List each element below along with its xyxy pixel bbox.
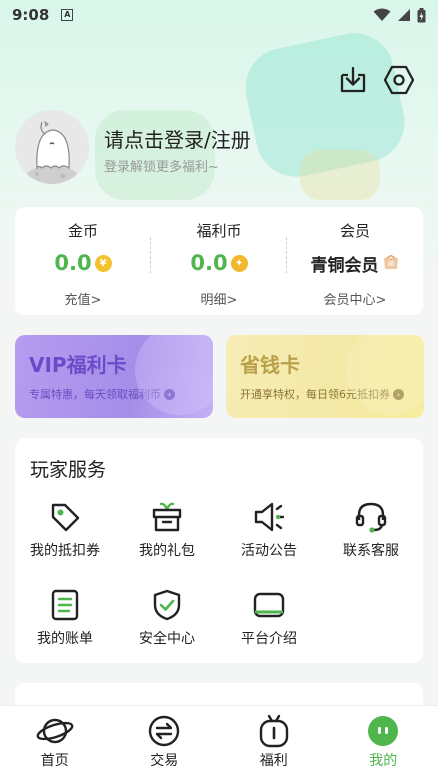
player-services-panel: 玩家服务 我的抵扣券 我的礼包 活动公告 联系客服 我的账单 安全中心 平台介绍	[15, 438, 423, 663]
service-label: 联系客服	[343, 543, 399, 559]
tag-icon	[51, 503, 80, 532]
tab-label: 我的	[369, 753, 398, 769]
tab-welfare[interactable]: 福利	[219, 706, 329, 778]
tab-mine[interactable]: 我的	[329, 706, 438, 778]
bronze-badge-icon	[383, 255, 398, 269]
bottom-tab-bar: 首页 交易 福利 我的	[0, 705, 438, 778]
wifi-icon	[373, 8, 391, 21]
platform-icon	[253, 592, 285, 618]
service-label: 平台介绍	[241, 631, 297, 647]
details-link[interactable]: 明细>	[151, 289, 287, 308]
services-title: 玩家服务	[30, 459, 107, 481]
welfare-coin-value-row: 0.0 ✦	[151, 249, 287, 277]
login-title[interactable]: 请点击登录/注册	[104, 124, 251, 153]
gold-coin-label: 金币	[67, 222, 98, 240]
headset-icon	[355, 502, 387, 533]
welfare-coin-value: 0.0	[190, 251, 228, 275]
signal-icon	[398, 9, 410, 21]
vip-welfare-card[interactable]: VIP福利卡 专属特惠，每天领取福利币 ›	[15, 335, 213, 418]
gold-coin-icon: ¥	[94, 254, 112, 272]
status-bar: 9:08 A	[0, 0, 438, 30]
speaker-icon	[254, 502, 285, 532]
money-saving-card[interactable]: 省钱卡 开通享特权，每日领6元抵扣券 ›	[226, 335, 424, 418]
service-security-center[interactable]: 安全中心	[117, 588, 217, 648]
service-customer-support[interactable]: 联系客服	[321, 500, 421, 560]
service-announcements[interactable]: 活动公告	[219, 500, 319, 560]
welfare-coin-icon: ✦	[230, 254, 248, 272]
service-vouchers[interactable]: 我的抵扣券	[15, 500, 115, 560]
hero-decoration	[300, 150, 380, 200]
gold-coin-column[interactable]: 金币 0.0 ¥ 充值>	[15, 207, 151, 315]
tab-label: 福利	[259, 753, 288, 769]
welfare-icon	[259, 714, 288, 748]
card-decoration	[346, 335, 424, 415]
service-bills[interactable]: 我的账单	[15, 588, 115, 648]
avatar[interactable]	[15, 110, 89, 184]
planet-icon	[36, 718, 74, 744]
service-gifts[interactable]: 我的礼包	[117, 500, 217, 560]
shield-icon	[153, 589, 181, 621]
welfare-coin-label: 福利币	[196, 222, 242, 240]
member-center-link[interactable]: 会员中心>	[287, 289, 423, 308]
tab-home[interactable]: 首页	[0, 706, 110, 778]
gold-coin-value-row: 0.0 ¥	[15, 249, 151, 277]
status-icons	[373, 7, 426, 23]
ghost-mascot-icon	[15, 110, 89, 184]
download-icon[interactable]	[336, 63, 370, 97]
exchange-icon	[149, 715, 180, 747]
gold-coin-value: 0.0	[54, 251, 92, 275]
status-time: 9:08	[12, 6, 50, 24]
wallet-card: 金币 0.0 ¥ 充值> 福利币 0.0 ✦ 明细> 会员 青铜会员 会员中心>	[15, 207, 423, 315]
member-label: 会员	[339, 222, 370, 240]
service-label: 我的抵扣券	[30, 543, 100, 559]
member-column[interactable]: 会员 青铜会员 会员中心>	[287, 207, 423, 315]
bill-icon	[51, 589, 79, 621]
member-level: 青铜会员	[310, 255, 379, 276]
tab-trade[interactable]: 交易	[110, 706, 220, 778]
recharge-link[interactable]: 充值>	[15, 289, 151, 308]
tab-label: 首页	[40, 753, 69, 769]
profile-face-icon	[368, 716, 399, 746]
member-level-row: 青铜会员	[287, 249, 423, 277]
service-label: 我的账单	[37, 631, 93, 647]
service-label: 我的礼包	[139, 543, 195, 559]
battery-icon	[417, 7, 426, 22]
card-decoration	[135, 335, 213, 415]
login-subtitle: 登录解锁更多福利~	[104, 160, 219, 175]
welfare-coin-column[interactable]: 福利币 0.0 ✦ 明细>	[151, 207, 287, 315]
service-label: 安全中心	[139, 631, 195, 647]
settings-hex-icon[interactable]	[382, 63, 416, 97]
notification-icon: A	[61, 9, 74, 21]
gift-icon	[152, 502, 182, 532]
service-platform-intro[interactable]: 平台介绍	[219, 588, 319, 648]
tab-label: 交易	[150, 753, 179, 769]
service-label: 活动公告	[241, 543, 297, 559]
